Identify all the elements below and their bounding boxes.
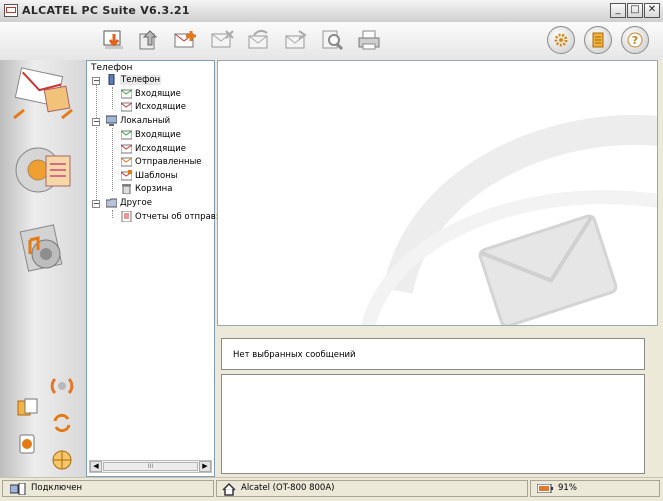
send-icon[interactable] <box>136 28 162 52</box>
tree-connector <box>112 210 113 218</box>
battery-icon <box>537 484 553 493</box>
module-sidebar <box>0 60 87 477</box>
scroll-thumb[interactable]: III <box>103 462 198 471</box>
minimize-button[interactable]: _ <box>610 3 626 18</box>
delete-message-icon[interactable] <box>210 28 236 52</box>
tree-node-local-inbox[interactable]: Входящие <box>120 129 181 142</box>
reply-icon[interactable] <box>246 28 272 52</box>
tree-node-phone-inbox[interactable]: Входящие <box>120 88 181 101</box>
print-icon[interactable] <box>356 28 382 52</box>
status-battery: 91% <box>530 480 660 497</box>
tree-node-local-outbox[interactable]: Исходящие <box>120 143 187 156</box>
tree-node-label: Другое <box>120 198 152 208</box>
tree-node-other-reports[interactable]: Отчеты об отправ: <box>121 210 219 224</box>
toolbar: ? <box>0 22 663 60</box>
status-connection: Подключен <box>2 480 214 497</box>
folder-icon <box>105 197 118 208</box>
inbox-icon <box>120 88 133 99</box>
templates-icon <box>120 170 133 181</box>
tree-horizontal-scrollbar[interactable]: ◀ III ▶ <box>89 460 212 473</box>
app-window: ALCATEL PC Suite V6.3.21 _ □ ✕ ? Телефон… <box>0 0 663 501</box>
title-bar[interactable]: ALCATEL PC Suite V6.3.21 _ □ ✕ <box>0 0 663 23</box>
tree-node-label: Входящие <box>135 130 181 140</box>
home-icon <box>222 483 236 496</box>
message-preview-box[interactable] <box>221 374 645 474</box>
tree-node-phone[interactable]: Телефон <box>106 73 162 87</box>
close-button[interactable]: ✕ <box>644 3 660 18</box>
window-title: ALCATEL PC Suite V6.3.21 <box>22 4 190 17</box>
report-icon <box>121 210 132 223</box>
notes-icon[interactable] <box>584 26 612 54</box>
tree-root-label: Телефон <box>91 63 133 73</box>
maximize-button[interactable]: □ <box>627 3 643 18</box>
connected-icon <box>10 483 26 495</box>
contacts-module-icon[interactable] <box>12 142 76 200</box>
phone-icon <box>106 73 117 86</box>
tree-node-label: Корзина <box>135 184 173 194</box>
tree-node-other[interactable]: Другое <box>105 197 152 210</box>
connection-status-text: Подключен <box>31 483 82 493</box>
search-message-icon[interactable] <box>320 28 346 52</box>
messages-module-icon[interactable] <box>12 66 76 124</box>
tree-node-label: Отчеты об отправ: <box>135 212 219 222</box>
no-message-selected-text: Нет выбранных сообщений <box>233 350 356 360</box>
app-icon <box>4 4 18 17</box>
tree-node-label: Шаблоны <box>135 171 178 181</box>
tree-node-local[interactable]: Локальный <box>105 115 171 128</box>
tree-node-label: Отправленные <box>135 157 202 167</box>
new-message-icon[interactable] <box>173 28 199 52</box>
backup-icon[interactable] <box>16 396 40 420</box>
receive-icon[interactable] <box>101 28 127 52</box>
tree-node-label: Входящие <box>135 89 181 99</box>
tree-node-phone-outbox[interactable]: Исходящие <box>120 101 187 114</box>
help-icon[interactable]: ? <box>621 26 649 54</box>
tree-node-label: Исходящие <box>135 144 187 154</box>
watermark-logo-icon <box>361 115 657 325</box>
connection-icon[interactable] <box>50 374 74 398</box>
multimedia-module-icon[interactable] <box>12 220 76 278</box>
tree-node-local-trash[interactable]: Корзина <box>121 183 172 196</box>
status-bar: Подключен Alcatel (OT-800 800A) 91% <box>0 477 663 501</box>
sync-icon[interactable] <box>50 411 74 435</box>
tree-node-label: Локальный <box>120 116 171 126</box>
folder-tree[interactable]: Телефон − Телефон Входящие Исходящие − Л… <box>86 60 219 477</box>
scroll-left-arrow-icon[interactable]: ◀ <box>90 461 102 472</box>
tree-node-label: Телефон <box>120 75 162 85</box>
tree-connector <box>96 81 97 204</box>
device-name-text: Alcatel (OT-800 800A) <box>241 483 335 493</box>
tree-node-local-sent[interactable]: Отправленные <box>120 156 202 169</box>
message-info-box: Нет выбранных сообщений <box>221 338 645 370</box>
outbox-icon <box>120 143 133 154</box>
status-device: Alcatel (OT-800 800A) <box>216 480 528 497</box>
tree-connector <box>112 87 113 109</box>
tree-connector <box>112 128 113 191</box>
trash-icon <box>121 183 132 195</box>
inbox-icon <box>120 129 133 140</box>
internet-icon[interactable] <box>50 448 74 472</box>
computer-icon <box>105 115 118 126</box>
tree-expander[interactable]: − <box>92 77 100 85</box>
tree-node-local-templates[interactable]: Шаблоны <box>120 170 178 183</box>
help-glyph: ? <box>632 34 638 47</box>
tree-node-label: Исходящие <box>135 102 187 112</box>
tree-expander[interactable]: − <box>92 200 100 208</box>
tree-expander[interactable]: − <box>92 118 100 126</box>
battery-level-text: 91% <box>558 483 577 493</box>
outbox-icon <box>120 101 133 112</box>
forward-icon[interactable] <box>283 28 309 52</box>
phone-settings-icon[interactable] <box>16 432 40 456</box>
scroll-right-arrow-icon[interactable]: ▶ <box>199 461 211 472</box>
message-list-panel[interactable] <box>217 60 658 326</box>
settings-icon[interactable] <box>547 26 575 54</box>
sent-icon <box>120 156 133 167</box>
